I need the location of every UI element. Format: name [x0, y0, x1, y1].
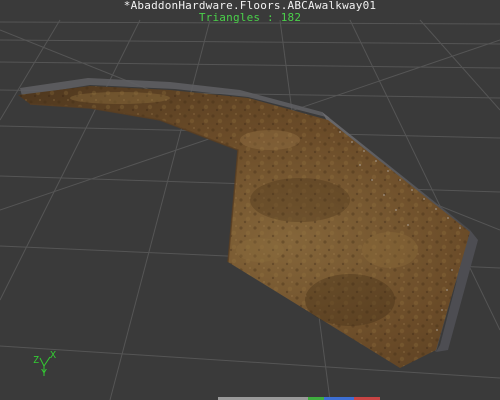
axis-x-label: X: [50, 350, 56, 361]
triangle-count-label: Triangles : 182: [198, 11, 302, 24]
axis-gizmo: X Z Y: [33, 350, 56, 379]
3d-viewport[interactable]: X Z Y *AbaddonHardware.Floors.ABCAwalkwa…: [0, 0, 500, 400]
scene-canvas[interactable]: X Z Y: [0, 0, 500, 400]
axis-y-label: Y: [41, 368, 47, 379]
axis-z-label: Z: [33, 355, 39, 366]
